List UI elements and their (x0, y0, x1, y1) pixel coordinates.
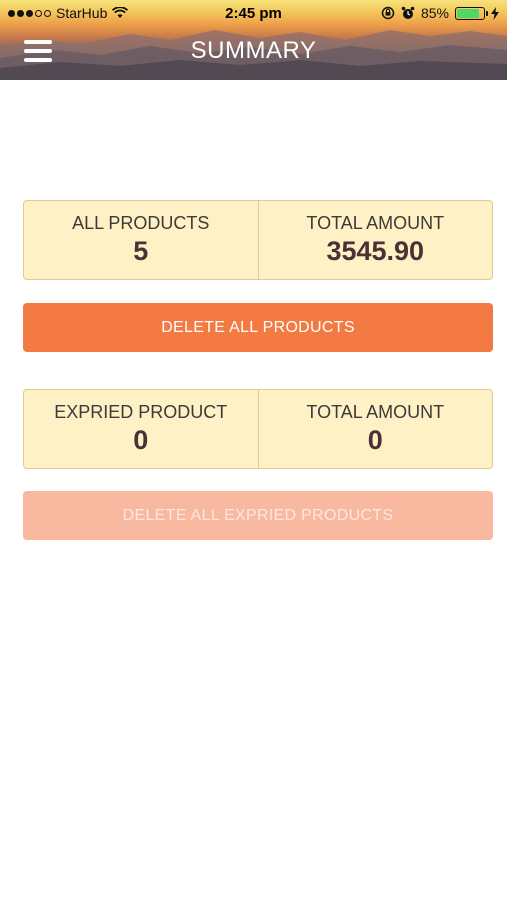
expired-products-summary-panel: EXPRIED PRODUCT 0 TOTAL AMOUNT 0 (23, 389, 493, 469)
total-amount-value: 3545.90 (326, 236, 425, 266)
wifi-icon (112, 7, 129, 18)
battery-icon (455, 6, 488, 20)
expired-total-amount-label: TOTAL AMOUNT (306, 402, 445, 422)
page-title: SUMMARY (190, 37, 317, 64)
all-products-summary-panel: ALL PRODUCTS 5 TOTAL AMOUNT 3545.90 (23, 200, 493, 280)
delete-all-expired-products-button[interactable]: DELETE ALL EXPRIED PRODUCTS (23, 491, 493, 540)
status-bar: StarHub 85% (0, 0, 507, 26)
orientation-lock-icon (381, 6, 395, 20)
expired-product-count: 0 (133, 425, 149, 455)
battery-percentage: 85% (420, 5, 449, 21)
carrier-name: StarHub (56, 5, 108, 21)
all-products-count-cell: ALL PRODUCTS 5 (24, 201, 258, 279)
total-amount-label: TOTAL AMOUNT (306, 213, 445, 233)
signal-strength-icon (8, 9, 51, 17)
all-products-count: 5 (133, 236, 149, 266)
app-header: StarHub 85% 2:45 pm SUMMARY (0, 0, 507, 80)
all-products-label: ALL PRODUCTS (72, 213, 210, 233)
status-right: 85% (381, 5, 499, 21)
expired-total-amount-value: 0 (367, 425, 383, 455)
delete-all-products-button[interactable]: DELETE ALL PRODUCTS (23, 303, 493, 352)
expired-product-label: EXPRIED PRODUCT (54, 402, 228, 422)
battery-fill (457, 8, 480, 18)
charging-bolt-icon (491, 6, 499, 20)
status-left: StarHub (8, 5, 129, 21)
expired-products-amount-cell: TOTAL AMOUNT 0 (257, 390, 493, 468)
alarm-icon (401, 6, 415, 19)
expired-products-count-cell: EXPRIED PRODUCT 0 (24, 390, 258, 468)
all-products-amount-cell: TOTAL AMOUNT 3545.90 (257, 201, 493, 279)
